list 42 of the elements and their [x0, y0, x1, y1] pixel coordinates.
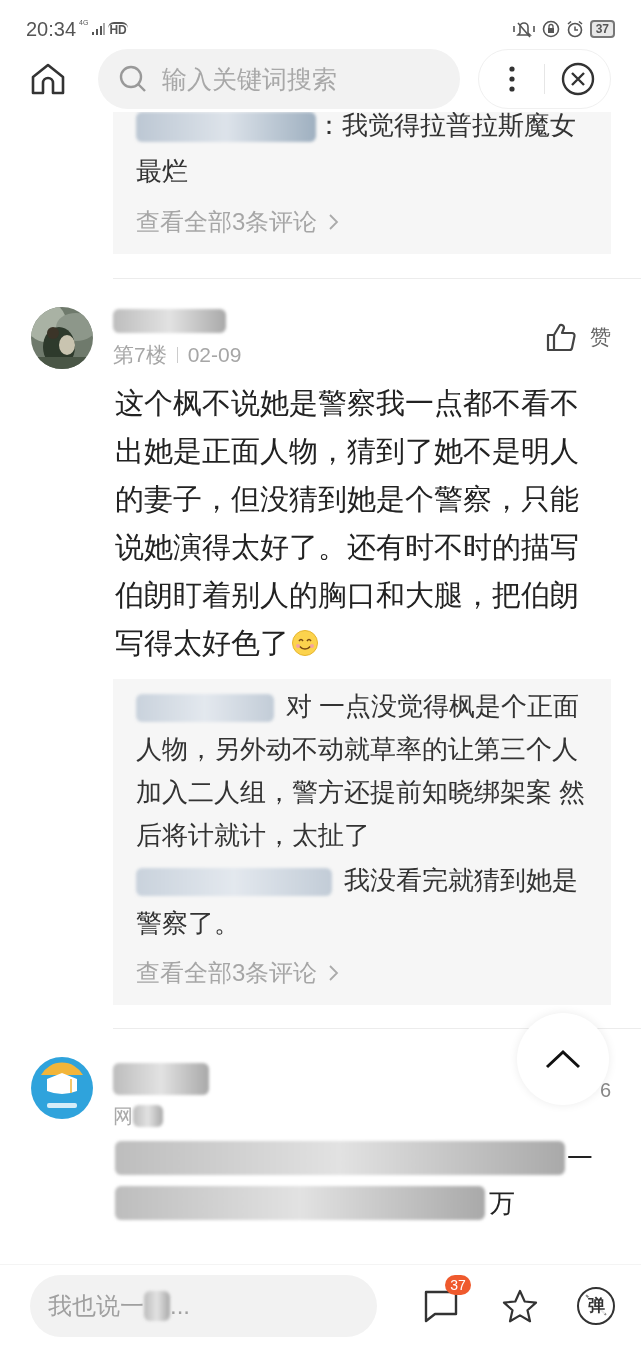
blurred-text: [133, 1104, 163, 1127]
thumbs-up-icon: [546, 321, 576, 352]
view-all-comments-link[interactable]: 查看全部3条评论: [136, 954, 340, 991]
view-all-comments-link[interactable]: 查看全部3条评论: [136, 204, 340, 240]
alarm-icon: [565, 20, 584, 38]
source-label: 网: [113, 1103, 133, 1129]
mute-vibrate-icon: [511, 20, 536, 38]
comment-text-fragment: 万: [489, 1186, 515, 1220]
avatar-logo-icon: [31, 1056, 93, 1119]
comment-text: 这个枫不说她是警察我一点都不看不出她是正面人物，猜到了她不是明人的妻子，但没猜到她是个警察，只能说她演得太好了。还有时不时的描写伯朗盯着别人的胸口和大腿，把伯朗写得太好色了: [115, 385, 580, 661]
signal-icon: [91, 22, 106, 36]
like-count: 6: [599, 1077, 611, 1103]
reply-text: ：我觉得拉普拉斯魔女最烂: [136, 112, 577, 188]
comment-date: 02-09: [187, 342, 242, 368]
comments-button[interactable]: [423, 1288, 460, 1323]
search-icon: [118, 64, 148, 94]
comment-icon: [423, 1288, 460, 1323]
chevron-right-icon: [327, 962, 340, 983]
home-button[interactable]: [30, 62, 66, 96]
hd-label: HD: [108, 22, 128, 36]
reply-text: 对 一点没觉得枫是个正面人物，另外动不动就草率的让第三个人加入二人组，警方还提前知晓绑架案 然后将计就计，太扯了: [136, 689, 587, 852]
chevron-up-icon: [544, 1047, 582, 1070]
count-badge: 37: [445, 1274, 471, 1295]
favorite-button[interactable]: [501, 1287, 540, 1324]
like-button[interactable]: 赞: [546, 321, 611, 353]
comment-input-field[interactable]: 我也说一 ...: [30, 1274, 378, 1337]
close-icon: [560, 62, 595, 96]
danmaku-toggle-button[interactable]: 弹: [577, 1286, 615, 1325]
more-icon: [508, 66, 515, 92]
chevron-right-icon: [327, 212, 340, 232]
placeholder-text: 我也说一: [48, 1290, 144, 1321]
status-time: 20:34: [26, 17, 77, 42]
rotation-lock-icon: [541, 20, 560, 38]
floor-label: 第7楼: [113, 342, 167, 368]
search-field[interactable]: 输入关键词搜索: [98, 49, 460, 109]
reply-text: 我没看完就猜到她是警察了。: [136, 863, 579, 940]
home-icon: [30, 62, 66, 96]
placeholder-text: ...: [170, 1290, 190, 1321]
blurred-text: [144, 1290, 170, 1321]
star-icon: [501, 1287, 540, 1324]
battery-indicator: 37: [589, 20, 615, 38]
comment-text-fragment: 一: [567, 1141, 593, 1175]
